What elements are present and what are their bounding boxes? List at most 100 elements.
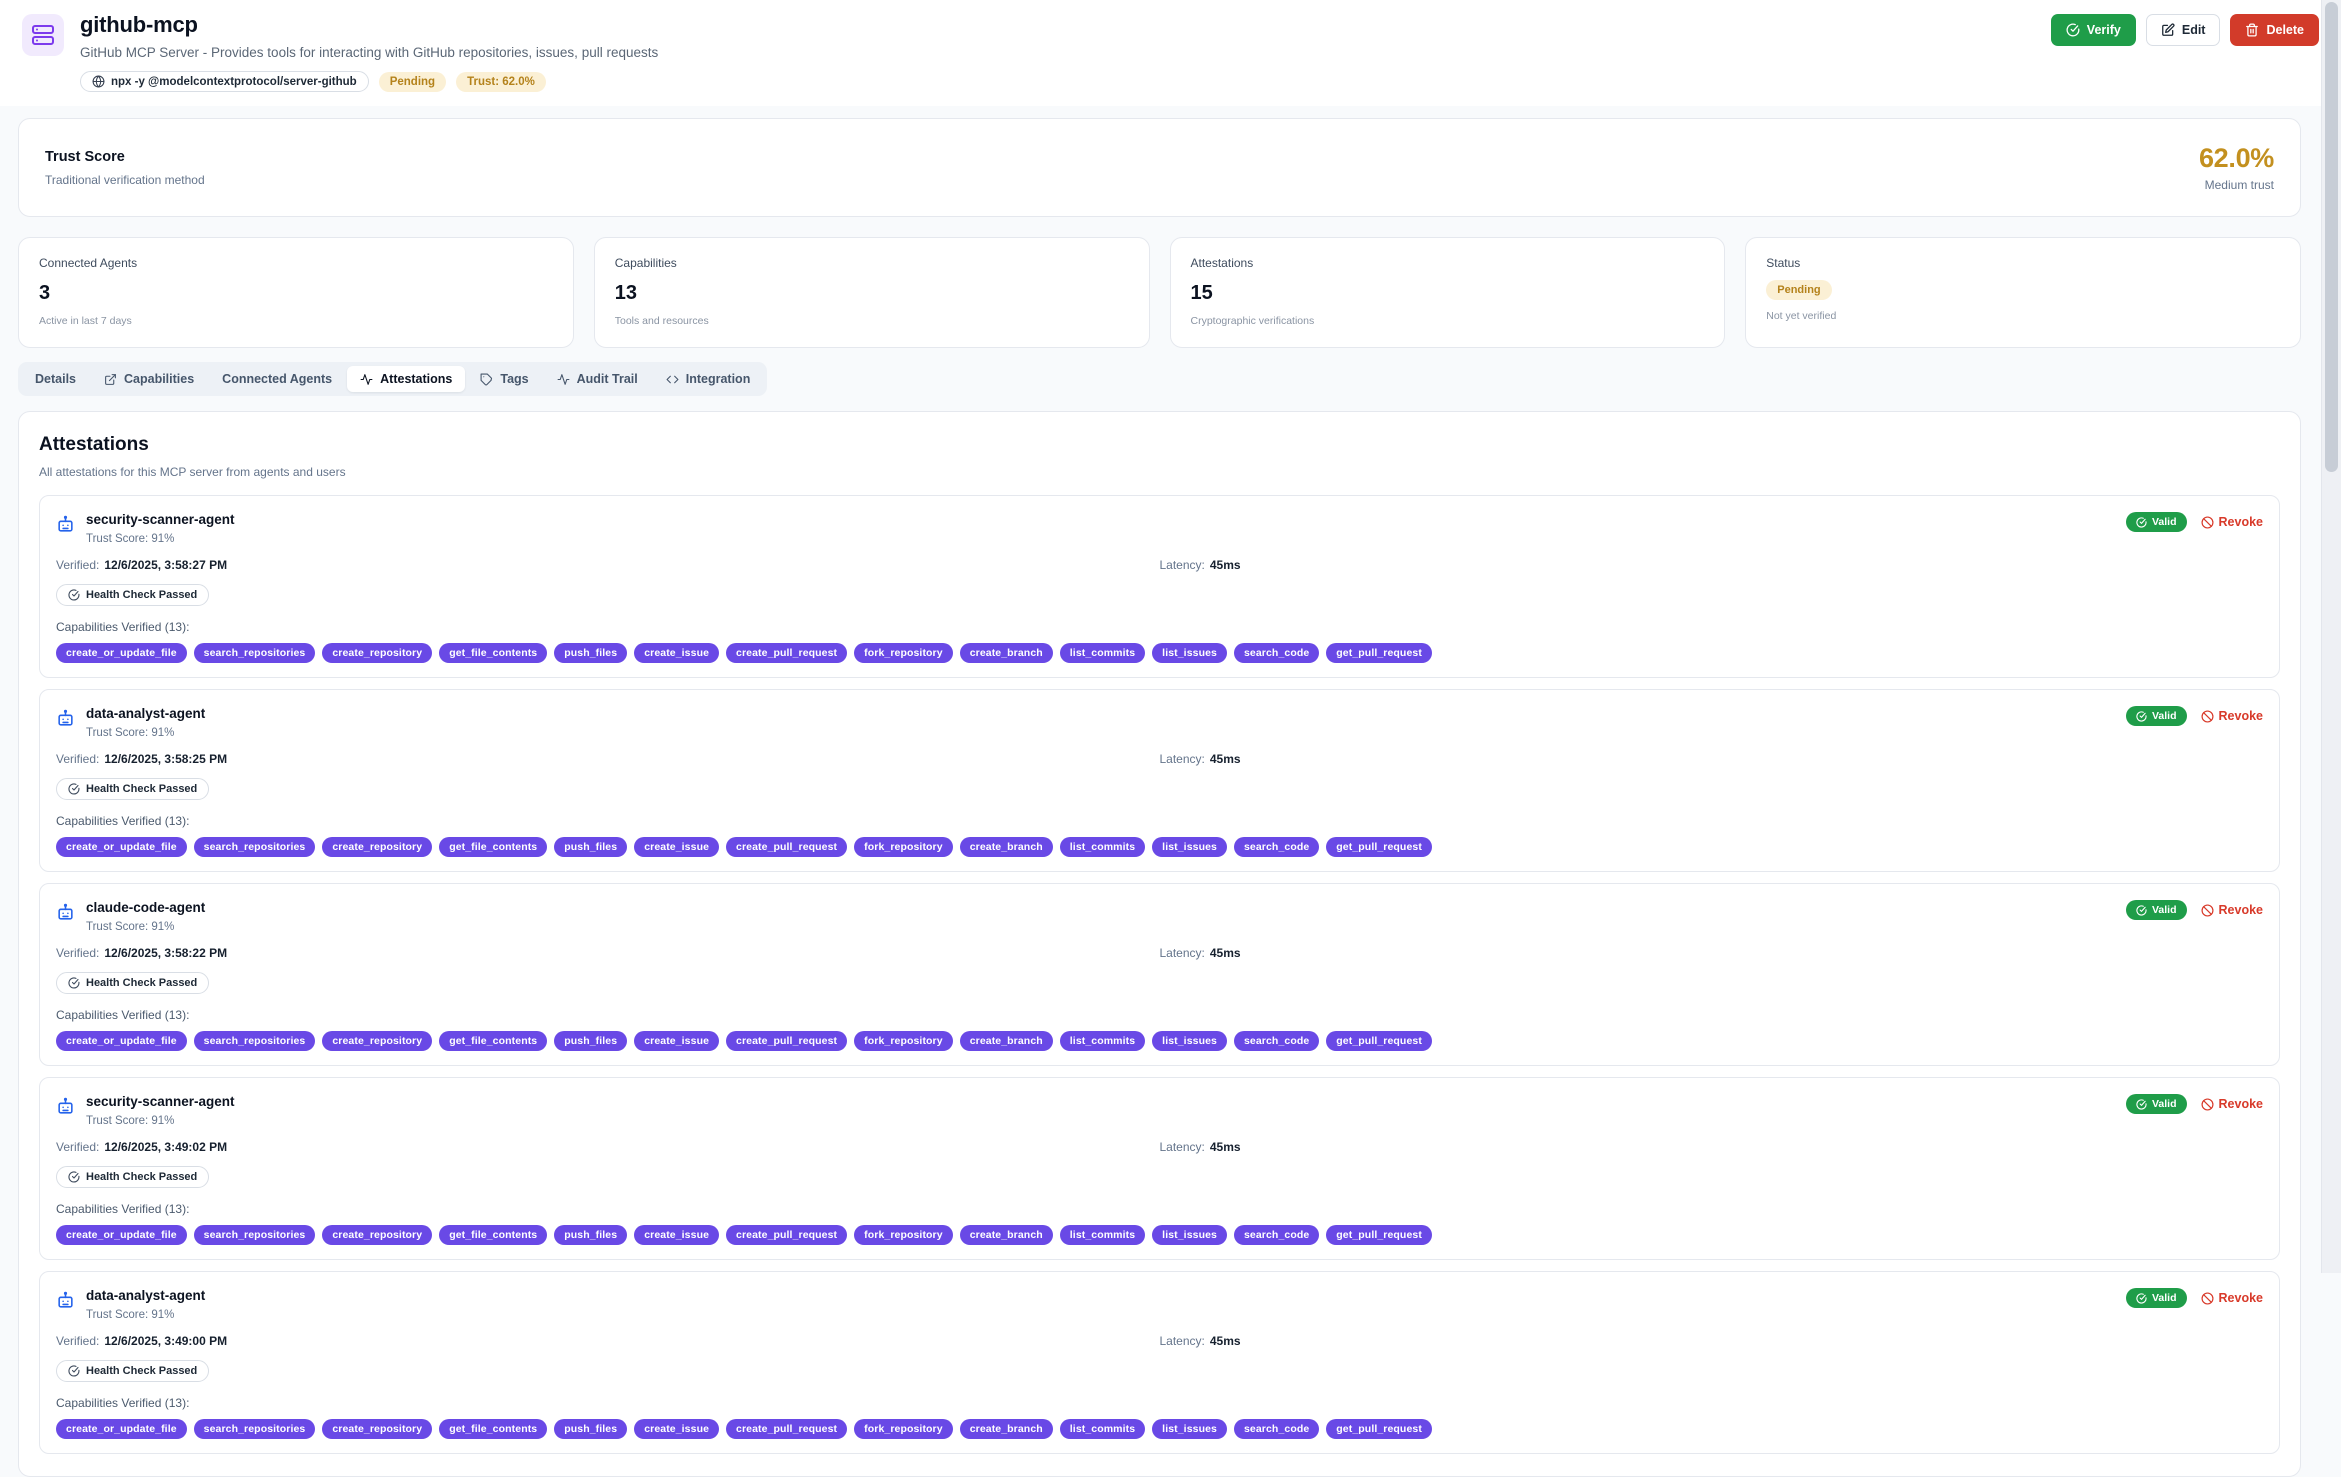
ban-icon bbox=[2201, 904, 2214, 917]
capability-pill: list_issues bbox=[1152, 837, 1227, 857]
tab-label: Attestations bbox=[380, 372, 452, 386]
capability-pill: fork_repository bbox=[854, 1031, 953, 1051]
capability-pill: search_repositories bbox=[194, 1225, 316, 1245]
capability-pill: search_code bbox=[1234, 1225, 1319, 1245]
trust-score-card: Trust Score Traditional verification met… bbox=[18, 118, 2301, 217]
external-link-icon bbox=[104, 373, 117, 386]
capability-pill: create_or_update_file bbox=[56, 1031, 187, 1051]
command-badge: npx -y @modelcontextprotocol/server-gith… bbox=[80, 71, 369, 92]
capabilities-verified-label: Capabilities Verified (13): bbox=[56, 1202, 2263, 1216]
capabilities-verified-label: Capabilities Verified (13): bbox=[56, 620, 2263, 634]
check-circle-icon bbox=[68, 977, 80, 989]
check-circle-icon bbox=[68, 589, 80, 601]
capability-pill: create_repository bbox=[322, 837, 432, 857]
health-check-badge: Health Check Passed bbox=[56, 778, 209, 800]
revoke-label: Revoke bbox=[2219, 903, 2263, 917]
capabilities-verified-label: Capabilities Verified (13): bbox=[56, 1396, 2263, 1410]
capability-pill: search_repositories bbox=[194, 1419, 316, 1439]
tab-attestations[interactable]: Attestations bbox=[347, 366, 465, 392]
capability-pill: create_issue bbox=[634, 1419, 719, 1439]
edit-button[interactable]: Edit bbox=[2146, 14, 2221, 46]
stat-sub: Active in last 7 days bbox=[39, 315, 553, 327]
ban-icon bbox=[2201, 710, 2214, 723]
verified-timestamp: 12/6/2025, 3:49:02 PM bbox=[104, 1140, 227, 1154]
capability-pill: create_or_update_file bbox=[56, 837, 187, 857]
capability-pills: create_or_update_filesearch_repositories… bbox=[56, 1225, 2263, 1245]
tab-capabilities[interactable]: Capabilities bbox=[91, 366, 207, 392]
capability-pill: fork_repository bbox=[854, 1225, 953, 1245]
capability-pill: get_file_contents bbox=[439, 1419, 547, 1439]
stat-sub: Tools and resources bbox=[615, 315, 1129, 327]
revoke-button[interactable]: Revoke bbox=[2201, 515, 2263, 529]
tab-connected-agents[interactable]: Connected Agents bbox=[209, 366, 345, 392]
agent-trust-score: Trust Score: 91% bbox=[86, 727, 205, 739]
capability-pills: create_or_update_filesearch_repositories… bbox=[56, 643, 2263, 663]
attestation-card: claude-code-agent Trust Score: 91% Valid bbox=[39, 883, 2280, 1066]
edit-label: Edit bbox=[2182, 23, 2206, 37]
stat-card-attestations: Attestations 15 Cryptographic verificati… bbox=[1170, 237, 1726, 348]
health-check-label: Health Check Passed bbox=[86, 1365, 197, 1377]
scrollbar-thumb[interactable] bbox=[2325, 2, 2338, 472]
capability-pill: create_pull_request bbox=[726, 1031, 847, 1051]
capability-pill: create_pull_request bbox=[726, 1419, 847, 1439]
valid-label: Valid bbox=[2152, 904, 2177, 916]
revoke-label: Revoke bbox=[2219, 709, 2263, 723]
attestations-subtitle: All attestations for this MCP server fro… bbox=[39, 465, 2280, 479]
tag-icon bbox=[480, 373, 493, 386]
capability-pill: get_pull_request bbox=[1326, 643, 1432, 663]
revoke-button[interactable]: Revoke bbox=[2201, 1097, 2263, 1111]
revoke-button[interactable]: Revoke bbox=[2201, 903, 2263, 917]
capability-pill: list_commits bbox=[1060, 1031, 1145, 1051]
tab-audit-trail[interactable]: Audit Trail bbox=[544, 366, 651, 392]
capability-pill: get_pull_request bbox=[1326, 1031, 1432, 1051]
capability-pill: push_files bbox=[554, 643, 627, 663]
tab-tags[interactable]: Tags bbox=[467, 366, 541, 392]
tab-details[interactable]: Details bbox=[22, 366, 89, 392]
agent-name: data-analyst-agent bbox=[86, 706, 205, 721]
page-description: GitHub MCP Server - Provides tools for i… bbox=[80, 45, 2035, 60]
tab-integration[interactable]: Integration bbox=[653, 366, 764, 392]
revoke-button[interactable]: Revoke bbox=[2201, 709, 2263, 723]
attestation-card: security-scanner-agent Trust Score: 91% … bbox=[39, 495, 2280, 678]
capability-pill: list_issues bbox=[1152, 643, 1227, 663]
revoke-label: Revoke bbox=[2219, 515, 2263, 529]
capability-pill: create_branch bbox=[960, 1225, 1053, 1245]
capability-pill: get_file_contents bbox=[439, 837, 547, 857]
verify-button[interactable]: Verify bbox=[2051, 14, 2136, 46]
revoke-button[interactable]: Revoke bbox=[2201, 1291, 2263, 1305]
stat-card-status: Status Pending Not yet verified bbox=[1745, 237, 2301, 348]
agent-trust-score: Trust Score: 91% bbox=[86, 1115, 235, 1127]
delete-label: Delete bbox=[2266, 23, 2304, 37]
agent-name: security-scanner-agent bbox=[86, 1094, 235, 1109]
trash-icon bbox=[2245, 23, 2259, 37]
agent-name: claude-code-agent bbox=[86, 900, 205, 915]
verified-timestamp: 12/6/2025, 3:58:25 PM bbox=[104, 752, 227, 766]
stat-sub: Not yet verified bbox=[1766, 310, 2280, 322]
capability-pill: push_files bbox=[554, 1225, 627, 1245]
capability-pill: create_issue bbox=[634, 1031, 719, 1051]
ban-icon bbox=[2201, 1098, 2214, 1111]
trust-score-subtitle: Traditional verification method bbox=[45, 173, 205, 187]
valid-label: Valid bbox=[2152, 1098, 2177, 1110]
activity-icon bbox=[557, 373, 570, 386]
capability-pill: create_or_update_file bbox=[56, 1419, 187, 1439]
verified-label: Verified: bbox=[56, 1140, 99, 1154]
latency-label: Latency: bbox=[1160, 1334, 1205, 1348]
health-check-badge: Health Check Passed bbox=[56, 1166, 209, 1188]
page-title: github-mcp bbox=[80, 12, 2035, 38]
agent-trust-score: Trust Score: 91% bbox=[86, 921, 205, 933]
tab-label: Audit Trail bbox=[577, 372, 638, 386]
latency-value: 45ms bbox=[1210, 946, 1241, 960]
delete-button[interactable]: Delete bbox=[2230, 14, 2319, 46]
capability-pill: push_files bbox=[554, 1031, 627, 1051]
page-header: github-mcp GitHub MCP Server - Provides … bbox=[0, 0, 2341, 106]
scrollbar[interactable] bbox=[2321, 0, 2341, 1273]
verify-label: Verify bbox=[2087, 23, 2121, 37]
latency-label: Latency: bbox=[1160, 946, 1205, 960]
robot-icon bbox=[56, 903, 75, 922]
latency-value: 45ms bbox=[1210, 752, 1241, 766]
capability-pill: create_or_update_file bbox=[56, 643, 187, 663]
trust-score-title: Trust Score bbox=[45, 149, 205, 165]
capability-pill: create_repository bbox=[322, 1225, 432, 1245]
main-content: Trust Score Traditional verification met… bbox=[0, 106, 2341, 1477]
